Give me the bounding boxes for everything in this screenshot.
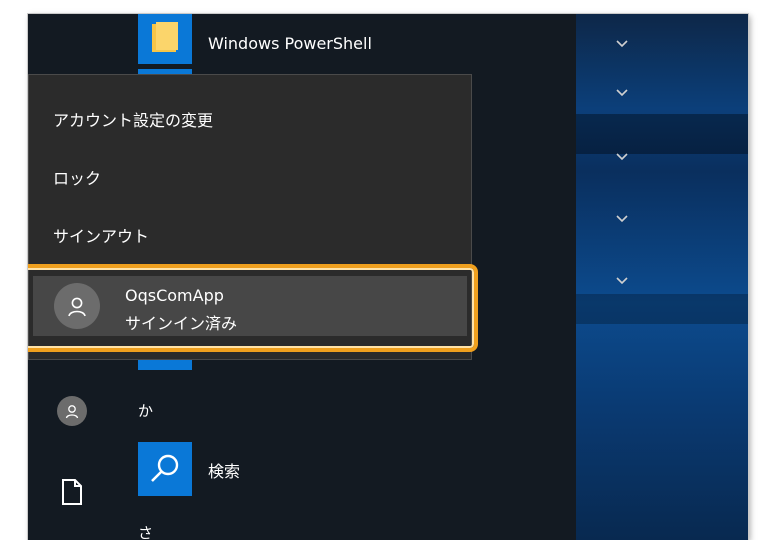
app-label-search: 検索: [208, 462, 241, 481]
desktop-streak: [576, 114, 748, 154]
section-letter-sa[interactable]: さ: [138, 522, 153, 540]
app-row-powershell[interactable]: Windows PowerShell: [118, 14, 628, 64]
lock-item[interactable]: ロック: [29, 155, 471, 203]
section-letter-ka[interactable]: か: [138, 400, 153, 421]
search-icon: [151, 454, 179, 482]
chevron-down-icon[interactable]: [613, 84, 631, 102]
app-label-powershell: Windows PowerShell: [208, 34, 372, 53]
chevron-down-icon[interactable]: [613, 148, 631, 166]
folder-icon: [152, 22, 178, 52]
app-tile-search: [138, 442, 192, 496]
desktop-streak: [576, 294, 748, 324]
document-icon[interactable]: [61, 479, 83, 505]
account-highlight-box: [28, 264, 478, 352]
change-account-settings-item[interactable]: アカウント設定の変更: [29, 97, 471, 145]
app-row-search[interactable]: 検索: [118, 442, 576, 496]
user-icon: [65, 405, 79, 419]
desktop-background: [576, 14, 748, 540]
rail-user-avatar[interactable]: [57, 396, 87, 426]
sign-out-item[interactable]: サインアウト: [29, 213, 471, 261]
app-tile-powershell: [138, 14, 192, 64]
chevron-down-icon[interactable]: [613, 35, 631, 53]
chevron-down-icon[interactable]: [613, 272, 631, 290]
chevron-down-icon[interactable]: [613, 210, 631, 228]
start-menu-window: Windows PowerShell か 検索 さ アカウント設定の変更 ロック…: [28, 14, 748, 540]
